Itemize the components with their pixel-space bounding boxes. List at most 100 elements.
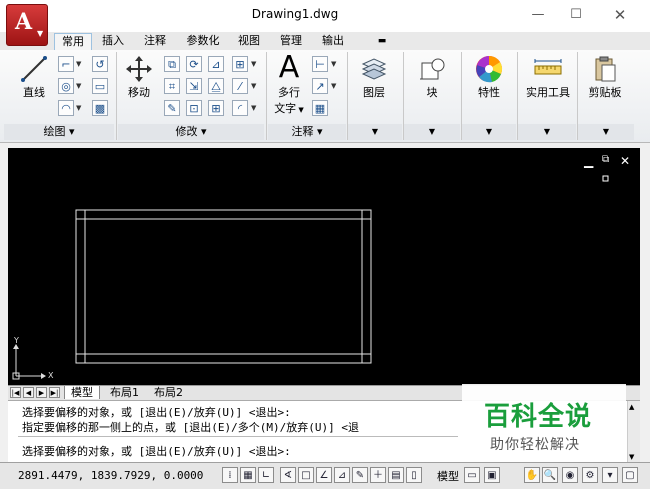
first-layout-icon[interactable]: |◀ — [10, 387, 21, 398]
ortho-icon[interactable]: ∟ — [258, 467, 274, 483]
layers-button[interactable]: 图层 — [352, 54, 396, 100]
trim-icon[interactable]: ⊿ — [208, 56, 224, 72]
layers-panel-expander[interactable]: ▼ — [348, 124, 402, 140]
drawing-canvas[interactable]: Y X ▁ ⧉ ✕ — [8, 148, 640, 385]
hatch-icon[interactable]: ▩ — [92, 100, 108, 116]
tab-layout1[interactable]: 布局1 — [104, 386, 145, 399]
chevron-down-icon[interactable]: ▼ — [251, 104, 256, 112]
chevron-down-icon[interactable]: ▼ — [76, 104, 81, 112]
prev-layout-icon[interactable]: ◀ — [23, 387, 34, 398]
line-button[interactable]: 直线 — [14, 54, 54, 100]
mirror-icon[interactable]: ⧋ — [208, 78, 224, 94]
utilities-panel-expander[interactable]: ▼ — [518, 124, 576, 140]
last-layout-icon[interactable]: ▶| — [49, 387, 60, 398]
tab-output[interactable]: 输出 — [316, 33, 350, 49]
model-space-button[interactable]: 模型 — [437, 468, 459, 484]
offset-icon[interactable]: ⌗ — [164, 78, 180, 94]
title-bar: Drawing1.dwg — ☐ ✕ — [0, 0, 650, 33]
tab-layout2[interactable]: 布局2 — [148, 386, 189, 399]
mtext-label-2: 文字 — [274, 102, 297, 115]
polyline-icon[interactable]: ⌐ — [58, 56, 74, 72]
break-icon[interactable]: ⁄ — [232, 78, 248, 94]
lineweight-icon[interactable]: ＋ — [370, 467, 386, 483]
clean-screen-icon[interactable]: ▢ — [622, 467, 638, 483]
undo-arc-icon[interactable]: ↺ — [92, 56, 108, 72]
text-a-icon: A — [278, 50, 300, 85]
tab-model[interactable]: 模型 — [64, 386, 100, 399]
layers-label: 图层 — [363, 86, 385, 99]
chevron-down-icon[interactable]: ▼ — [76, 60, 81, 68]
viewport-minimize-icon[interactable]: ▁ — [584, 154, 593, 168]
scroll-up-icon[interactable]: ▲ — [629, 403, 634, 411]
clipboard-panel-expander[interactable]: ▼ — [578, 124, 634, 140]
tab-view[interactable]: 视图 — [232, 33, 266, 49]
chevron-down-icon[interactable]: ▼ — [251, 60, 256, 68]
otrack-icon[interactable]: ∠ — [316, 467, 332, 483]
quick-view-layouts-icon[interactable]: ▭ — [464, 467, 480, 483]
clipboard-button[interactable]: 剪贴板 — [582, 54, 628, 100]
properties-panel-expander[interactable]: ▼ — [462, 124, 516, 140]
panel-divider — [116, 52, 117, 140]
sc-icon[interactable]: ▯ — [406, 467, 422, 483]
fillet-icon[interactable]: ◜ — [232, 100, 248, 116]
move-button[interactable]: 移动 — [120, 54, 158, 100]
chevron-down-icon[interactable]: ▼ — [76, 82, 81, 90]
panel-divider — [266, 52, 267, 140]
array-icon[interactable]: ⊞ — [232, 56, 248, 72]
command-scrollbar[interactable]: ▲ ▼ — [627, 401, 640, 463]
stretch-icon[interactable]: ⇲ — [186, 78, 202, 94]
osnap-icon[interactable]: □ — [298, 467, 314, 483]
properties-button[interactable]: 特性 — [466, 54, 512, 100]
annotation-panel-title[interactable]: 注释 ▾ — [268, 124, 346, 140]
application-menu-button[interactable]: A ▼ — [6, 4, 48, 46]
leader-icon[interactable]: ↗ — [312, 78, 328, 94]
snap-icon[interactable]: ⁞ — [222, 467, 238, 483]
table-icon[interactable]: ▦ — [312, 100, 328, 116]
tab-parametric[interactable]: 参数化 — [180, 33, 226, 49]
viewport-close-icon[interactable]: ✕ — [620, 154, 630, 168]
ribbon-tabs: 常用 插入 注释 参数化 视图 管理 输出 ▬ — [0, 32, 650, 50]
quick-view-drawings-icon[interactable]: ▣ — [484, 467, 500, 483]
chevron-down-icon[interactable]: ▼ — [331, 60, 336, 68]
rotate-icon[interactable]: ⟳ — [186, 56, 202, 72]
tab-annotate[interactable]: 注释 — [138, 33, 172, 49]
grid-icon[interactable]: ▦ — [240, 467, 256, 483]
erase-icon[interactable]: ✎ — [164, 100, 180, 116]
next-layout-icon[interactable]: ▶ — [36, 387, 47, 398]
circle-icon[interactable]: ◎ — [58, 78, 74, 94]
minimize-button[interactable]: — — [528, 6, 548, 24]
polar-icon[interactable]: ∢ — [280, 467, 296, 483]
block-button[interactable]: 块 — [410, 54, 454, 100]
modify-panel-title[interactable]: 修改 ▾ — [118, 124, 264, 140]
scale-icon[interactable]: ⊡ — [186, 100, 202, 116]
close-button[interactable]: ✕ — [610, 6, 630, 24]
scroll-down-icon[interactable]: ▼ — [629, 453, 634, 461]
dyn-icon[interactable]: ✎ — [352, 467, 368, 483]
copy-icon[interactable]: ⧉ — [164, 56, 180, 72]
block-panel-expander[interactable]: ▼ — [404, 124, 460, 140]
maximize-button[interactable]: ☐ — [566, 6, 586, 24]
mtext-button[interactable]: A 多行 文字 ▼ — [270, 52, 308, 116]
tab-home[interactable]: 常用 — [54, 33, 92, 50]
draw-panel-title[interactable]: 绘图 ▾ — [4, 124, 114, 140]
linear-dimension-icon[interactable]: ⊢ — [312, 56, 328, 72]
tab-insert[interactable]: 插入 — [96, 33, 130, 49]
properties-label: 特性 — [478, 86, 500, 99]
tab-manage[interactable]: 管理 — [274, 33, 308, 49]
chevron-down-icon[interactable]: ▼ — [251, 82, 256, 90]
lock-icon[interactable]: ▾ — [602, 467, 618, 483]
ducs-icon[interactable]: ⊿ — [334, 467, 350, 483]
explode-icon[interactable]: ⊞ — [208, 100, 224, 116]
zoom-icon[interactable]: 🔍 — [542, 467, 558, 483]
utilities-button[interactable]: 实用工具 — [520, 54, 576, 100]
arc-icon[interactable]: ◠ — [58, 100, 74, 116]
command-prompt[interactable]: 选择要偏移的对象，或 [退出(E)/放弃(U)] <退出>: — [22, 443, 291, 459]
viewport-restore-icon[interactable]: ⧉ — [602, 154, 609, 165]
chevron-down-icon[interactable]: ▼ — [331, 82, 336, 90]
qp-icon[interactable]: ▤ — [388, 467, 404, 483]
rectangle-icon[interactable]: ▭ — [92, 78, 108, 94]
pan-icon[interactable]: ✋ — [524, 467, 540, 483]
steering-wheel-icon[interactable]: ◉ — [562, 467, 578, 483]
ribbon-minimize-icon[interactable]: ▬ — [372, 33, 392, 49]
workspace-icon[interactable]: ⚙ — [582, 467, 598, 483]
